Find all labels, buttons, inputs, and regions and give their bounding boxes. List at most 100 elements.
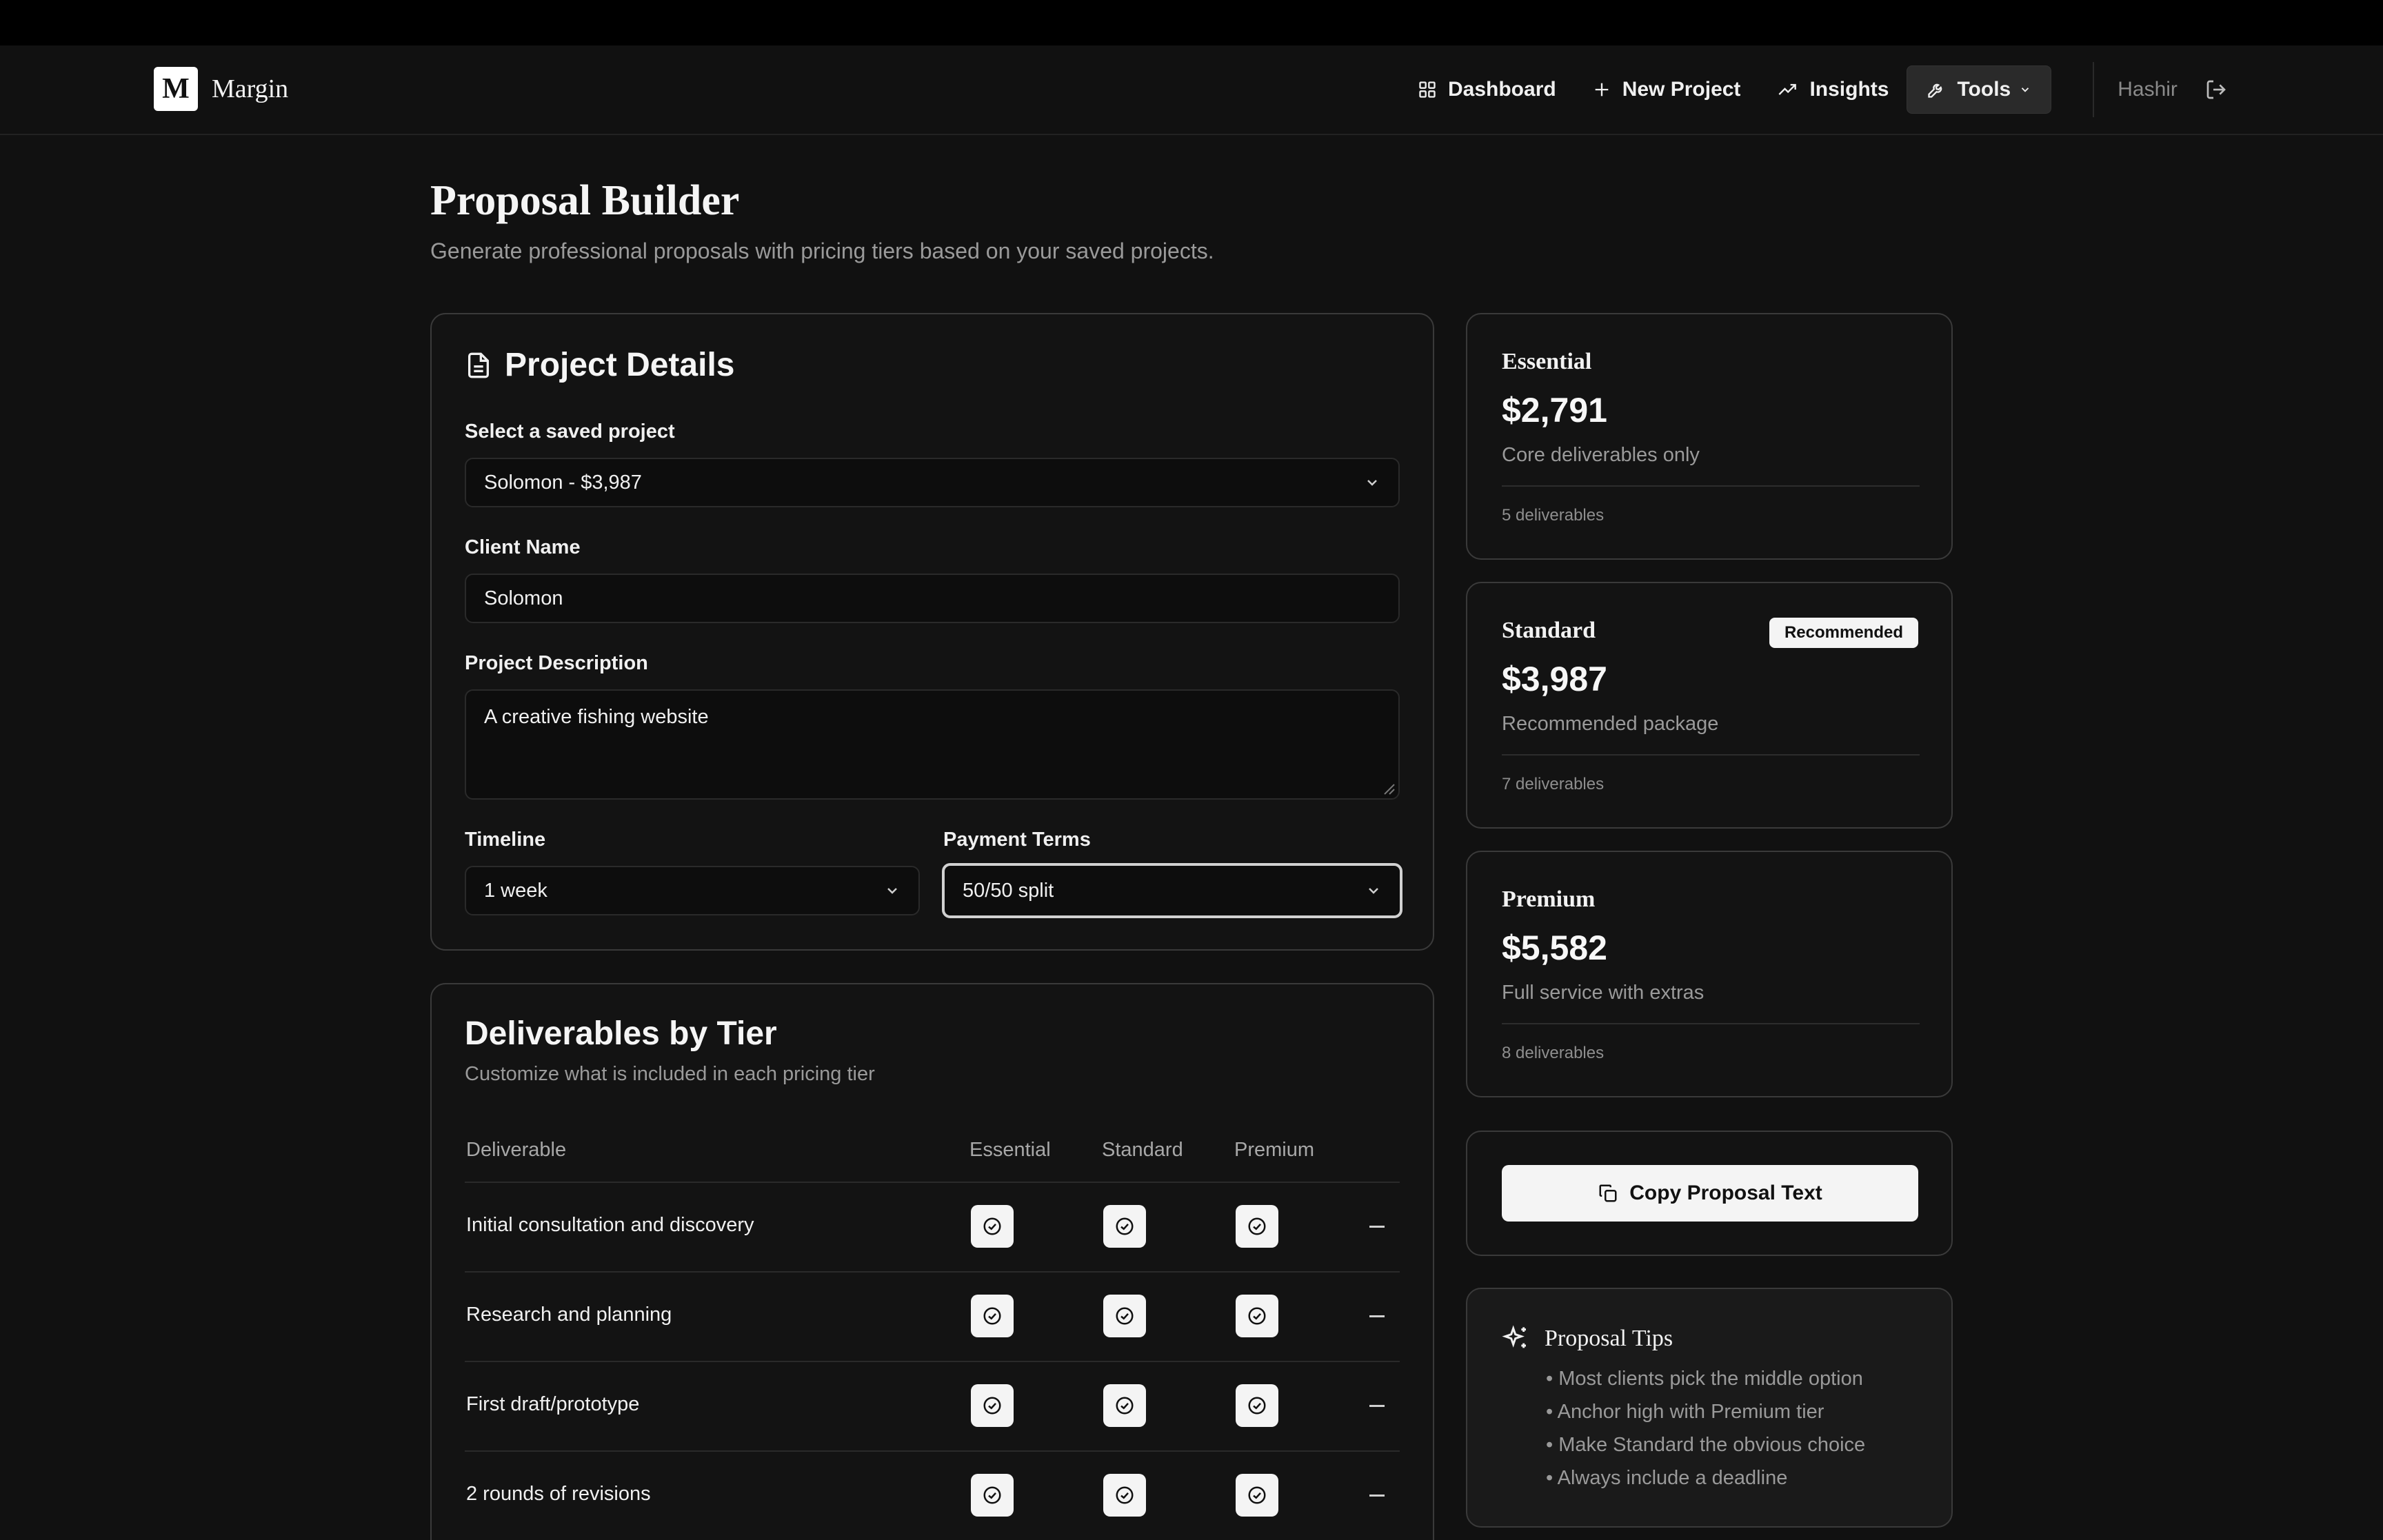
- check-circle-icon: [983, 1307, 1001, 1325]
- deliverables-subtitle: Customize what is included in each prici…: [465, 1063, 875, 1085]
- nav-divider: [2093, 62, 2095, 117]
- checkbox-standard[interactable]: [1103, 1295, 1146, 1337]
- copy-proposal-label: Copy Proposal Text: [1629, 1182, 1822, 1204]
- project-description-value: A creative fishing website: [484, 706, 709, 728]
- check-circle-icon: [983, 1397, 1001, 1415]
- saved-project-select[interactable]: Solomon - $3,987: [465, 458, 1400, 507]
- sparkles-icon: [1502, 1325, 1526, 1348]
- tier-description: Core deliverables only: [1502, 444, 1700, 466]
- recommended-badge: Recommended: [1769, 618, 1918, 648]
- nav-insights-label: Insights: [1809, 78, 1889, 101]
- proposal-tips-heading: Proposal Tips: [1502, 1325, 1673, 1352]
- deliverable-label: 2 rounds of revisions: [466, 1483, 651, 1505]
- deliverables-card: Deliverables by Tier Customize what is i…: [430, 983, 1434, 1540]
- tier-name: Essential: [1502, 349, 1592, 374]
- resize-handle-icon[interactable]: [1380, 780, 1396, 796]
- row-divider: [465, 1182, 1400, 1183]
- system-top-bar: [0, 0, 2383, 45]
- checkbox-premium[interactable]: [1236, 1295, 1278, 1337]
- project-description-label: Project Description: [465, 652, 648, 674]
- check-circle-icon: [1248, 1397, 1266, 1415]
- tier-card-standard[interactable]: Standard Recommended $3,987 Recommended …: [1466, 582, 1953, 829]
- tier-description: Full service with extras: [1502, 982, 1705, 1004]
- checkbox-essential[interactable]: [971, 1295, 1014, 1337]
- chevron-down-icon: [1369, 888, 1378, 894]
- project-details-title: Project Details: [505, 347, 735, 383]
- nav-insights[interactable]: Insights: [1758, 65, 1907, 114]
- checkbox-essential[interactable]: [971, 1384, 1014, 1427]
- timeline-value: 1 week: [484, 879, 547, 902]
- remove-deliverable-button[interactable]: [1369, 1226, 1385, 1228]
- nav-new-project-label: New Project: [1622, 78, 1741, 101]
- copy-proposal-card: Copy Proposal Text: [1466, 1131, 1953, 1256]
- check-circle-icon: [1248, 1217, 1266, 1235]
- nav-new-project[interactable]: New Project: [1574, 65, 1759, 114]
- project-details-card: Project Details Select a saved project S…: [430, 313, 1434, 951]
- header-standard: Standard: [1102, 1139, 1183, 1161]
- document-icon: [468, 352, 489, 378]
- tier-description: Recommended package: [1502, 713, 1719, 735]
- deliverable-label: Research and planning: [466, 1304, 672, 1326]
- tier-divider: [1502, 754, 1920, 756]
- brand-logo: M: [154, 67, 198, 111]
- check-circle-icon: [1248, 1486, 1266, 1504]
- checkbox-essential[interactable]: [971, 1474, 1014, 1517]
- brand-name: Margin: [212, 74, 289, 103]
- nav-dashboard-label: Dashboard: [1448, 78, 1556, 101]
- tier-card-premium[interactable]: Premium $5,582 Full service with extras …: [1466, 851, 1953, 1097]
- grid-icon: [1419, 81, 1436, 98]
- checkbox-essential[interactable]: [971, 1205, 1014, 1248]
- tier-divider: [1502, 1023, 1920, 1024]
- nav-dashboard[interactable]: Dashboard: [1400, 65, 1574, 114]
- checkbox-standard[interactable]: [1103, 1205, 1146, 1248]
- header-deliverable: Deliverable: [466, 1139, 567, 1161]
- checkbox-premium[interactable]: [1236, 1205, 1278, 1248]
- header-essential: Essential: [969, 1139, 1051, 1161]
- payment-terms-label: Payment Terms: [943, 829, 1091, 851]
- payment-terms-select[interactable]: 50/50 split: [942, 863, 1402, 918]
- page-subtitle: Generate professional proposals with pri…: [430, 239, 1214, 263]
- wrench-icon: [1928, 83, 1942, 98]
- remove-deliverable-button[interactable]: [1369, 1315, 1385, 1317]
- brand[interactable]: M Margin: [154, 67, 288, 111]
- tier-price: $5,582: [1502, 929, 1607, 967]
- saved-project-select-value: Solomon - $3,987: [484, 471, 642, 494]
- deliverables-title: Deliverables by Tier: [465, 1015, 777, 1052]
- logout-icon[interactable]: [2205, 79, 2227, 101]
- deliverable-label: First draft/prototype: [466, 1393, 640, 1415]
- timeline-select[interactable]: 1 week: [465, 866, 920, 915]
- payment-terms-value: 50/50 split: [963, 879, 1054, 902]
- tip-item: • Anchor high with Premium tier: [1546, 1401, 1824, 1423]
- trending-up-icon: [1778, 83, 1797, 95]
- check-circle-icon: [983, 1486, 1001, 1504]
- chevron-down-icon: [1367, 480, 1377, 486]
- main-nav: Dashboard New Project Insights Tools Has…: [1400, 62, 2227, 117]
- copy-icon: [1599, 1184, 1617, 1202]
- check-circle-icon: [983, 1217, 1001, 1235]
- row-divider: [465, 1450, 1400, 1452]
- tier-price: $2,791: [1502, 391, 1607, 429]
- client-name-value: Solomon: [484, 587, 563, 609]
- checkbox-standard[interactable]: [1103, 1474, 1146, 1517]
- check-circle-icon: [1116, 1307, 1134, 1325]
- tier-card-essential[interactable]: Essential $2,791 Core deliverables only …: [1466, 313, 1953, 560]
- remove-deliverable-button[interactable]: [1369, 1405, 1385, 1407]
- nav-tools-dropdown[interactable]: Tools: [1907, 65, 2052, 114]
- app-header: M Margin Dashboard New Project Insights: [0, 45, 2383, 135]
- copy-proposal-button[interactable]: Copy Proposal Text: [1502, 1165, 1918, 1222]
- client-name-input[interactable]: Solomon: [465, 574, 1400, 623]
- checkbox-premium[interactable]: [1236, 1474, 1278, 1517]
- project-details-heading: Project Details: [465, 346, 734, 384]
- tip-item: • Make Standard the obvious choice: [1546, 1434, 1866, 1456]
- chevron-down-icon: [2022, 88, 2029, 92]
- check-circle-icon: [1116, 1217, 1134, 1235]
- user-name: Hashir: [2118, 78, 2178, 101]
- tier-deliverable-count: 7 deliverables: [1502, 775, 1605, 793]
- checkbox-standard[interactable]: [1103, 1384, 1146, 1427]
- remove-deliverable-button[interactable]: [1369, 1495, 1385, 1497]
- plus-icon: [1595, 83, 1609, 97]
- project-description-textarea[interactable]: A creative fishing website: [465, 689, 1400, 800]
- row-divider: [465, 1361, 1400, 1362]
- tier-deliverable-count: 8 deliverables: [1502, 1044, 1605, 1062]
- checkbox-premium[interactable]: [1236, 1384, 1278, 1427]
